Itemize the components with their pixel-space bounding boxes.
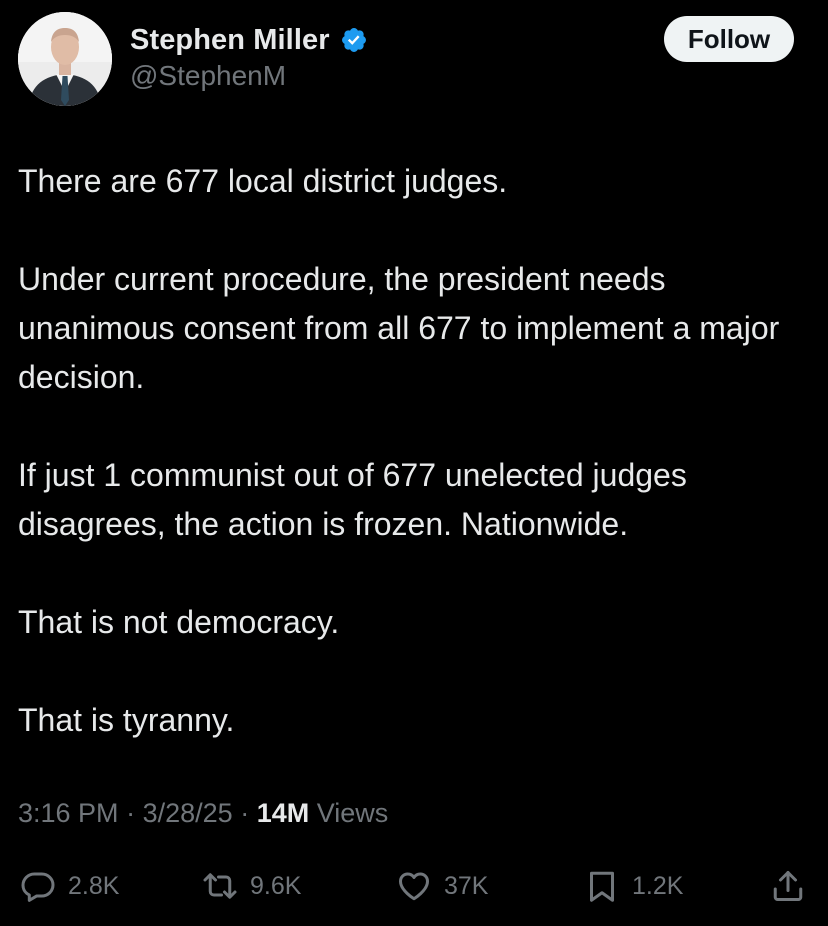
avatar-portrait-icon <box>18 12 112 106</box>
follow-button[interactable]: Follow <box>664 16 794 62</box>
tweet-time[interactable]: 3:16 PM <box>18 798 119 828</box>
bookmark-icon <box>590 871 614 902</box>
meta-separator: · <box>126 798 136 828</box>
like-count: 37K <box>444 871 489 900</box>
bookmark-count: 1.2K <box>632 871 684 900</box>
tweet-meta: 3:16 PM · 3/28/25 · 14M Views <box>18 798 388 829</box>
reply-count: 2.8K <box>68 871 120 900</box>
tweet-date[interactable]: 3/28/25 <box>143 798 233 828</box>
tweet-text: There are 677 local district judges. Und… <box>18 157 808 794</box>
meta-separator: · <box>240 798 250 828</box>
repost-icon <box>203 873 237 899</box>
bookmark-button[interactable]: 1.2K <box>584 860 683 912</box>
author-handle[interactable]: @StephenM <box>130 60 286 92</box>
views-count: 14M <box>256 798 310 828</box>
like-button[interactable]: 37K <box>396 860 488 912</box>
author-display-name[interactable]: Stephen Miller <box>130 24 330 57</box>
repost-button[interactable]: 9.6K <box>202 860 301 912</box>
share-button[interactable] <box>770 860 806 912</box>
tweet-paragraph: Under current procedure, the president n… <box>18 261 780 395</box>
tweet-paragraph: That is not democracy. <box>18 604 340 640</box>
tweet-paragraph: That is tyranny. <box>18 702 235 738</box>
author-avatar[interactable] <box>18 12 112 106</box>
reply-button[interactable]: 2.8K <box>20 860 119 912</box>
verified-badge-icon <box>341 28 366 52</box>
share-icon <box>773 871 803 901</box>
tweet-paragraph: There are 677 local district judges. <box>18 163 508 199</box>
author-name-row: Stephen Miller <box>130 20 368 60</box>
heart-icon <box>399 872 429 901</box>
tweet-paragraph: If just 1 communist out of 677 unelected… <box>18 457 687 542</box>
repost-count: 9.6K <box>250 871 302 900</box>
reply-icon <box>21 872 55 902</box>
tweet-action-bar: 2.8K 9.6K 37K 1.2K <box>0 860 828 912</box>
views-label: Views <box>316 798 389 828</box>
